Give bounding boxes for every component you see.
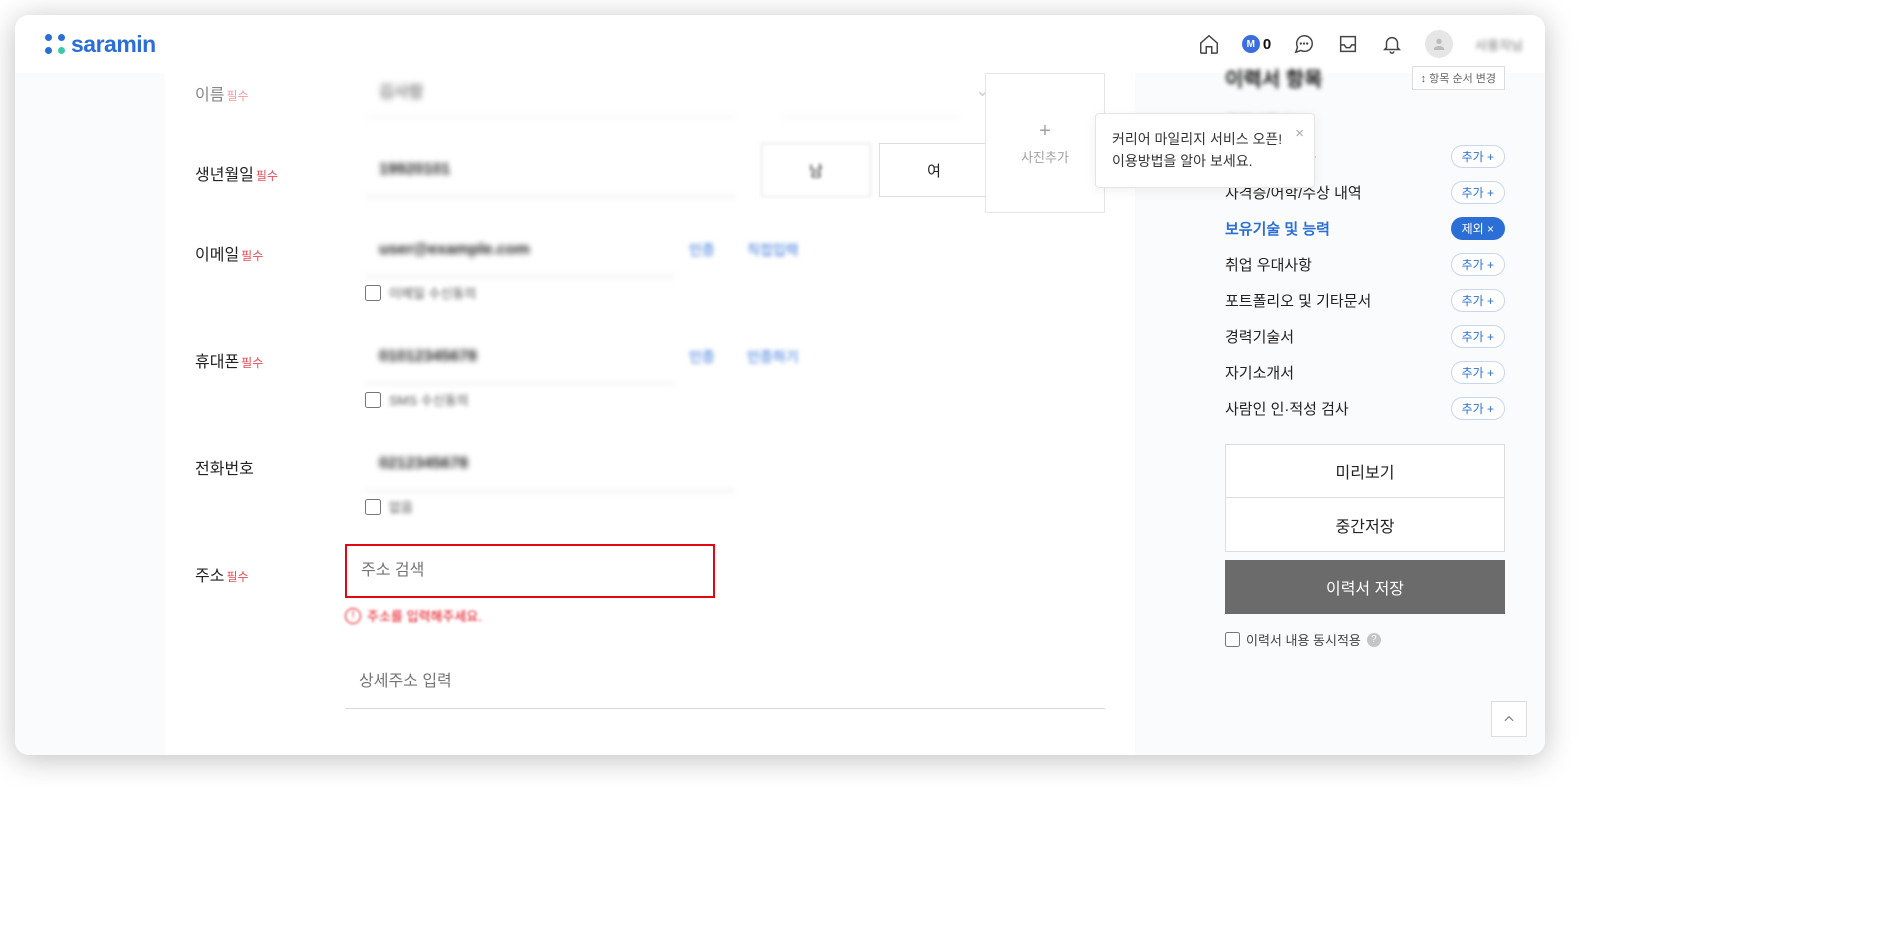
addr-detail-input[interactable]: [345, 655, 1105, 709]
phone-action-text[interactable]: 인증: [683, 347, 733, 367]
apply-all-check[interactable]: 이력서 내용 동시적용 ?: [1225, 630, 1505, 649]
apply-all-checkbox[interactable]: [1225, 632, 1240, 647]
name-input[interactable]: [365, 63, 735, 117]
avatar[interactable]: [1425, 30, 1453, 58]
add-pill[interactable]: 추가 +: [1451, 361, 1505, 384]
email-input[interactable]: [365, 223, 675, 277]
warning-icon: !: [345, 608, 361, 624]
name-label: 이름필수: [195, 63, 365, 105]
inbox-icon[interactable]: [1337, 33, 1359, 55]
app-window: saramin M 0 사용자님: [15, 15, 1545, 755]
gender-male-button[interactable]: 남: [761, 143, 871, 197]
add-pill[interactable]: 추가 +: [1451, 145, 1505, 168]
content-area: 이름필수 ⌄ 생년월일필수: [15, 73, 1545, 755]
user-name: 사용자님: [1475, 35, 1523, 54]
phone-verify-hint[interactable]: 인증하기: [741, 347, 799, 367]
tel-none-check[interactable]: 없음: [365, 497, 1105, 516]
scroll-top-button[interactable]: [1491, 701, 1527, 737]
sidebar-title: 이력서 항목: [1225, 63, 1323, 92]
sms-subscribe-checkbox[interactable]: [365, 392, 381, 408]
home-icon[interactable]: [1198, 33, 1220, 55]
email-action-text[interactable]: 인증: [683, 240, 733, 260]
reorder-button[interactable]: ↕ 항목 순서 변경: [1412, 66, 1505, 90]
photo-upload-box[interactable]: + 사진추가: [985, 73, 1105, 213]
sidebar-item-apt[interactable]: 사람인 인·적성 검사 추가 +: [1225, 390, 1505, 426]
email-subscribe-checkbox[interactable]: [365, 285, 381, 301]
sidebar-item-cover[interactable]: 자기소개서 추가 +: [1225, 354, 1505, 390]
save-draft-button[interactable]: 중간저장: [1225, 498, 1505, 552]
help-icon[interactable]: ?: [1367, 633, 1381, 647]
header-icons: M 0 사용자님: [1198, 30, 1523, 58]
logo-text: saramin: [71, 31, 156, 58]
tel-input[interactable]: [365, 437, 735, 491]
birth-input[interactable]: [365, 143, 735, 197]
sms-subscribe-check[interactable]: SMS 수신동의: [365, 390, 1105, 409]
phone-input[interactable]: [365, 330, 675, 384]
save-resume-button[interactable]: 이력서 저장: [1225, 560, 1505, 614]
sidebar-item-skill[interactable]: 보유기술 및 능력 제외 ×: [1225, 210, 1505, 246]
tel-label: 전화번호: [195, 437, 365, 479]
bell-icon[interactable]: [1381, 33, 1403, 55]
plus-icon: +: [1039, 121, 1051, 141]
birth-label: 생년월일필수: [195, 143, 365, 185]
add-pill[interactable]: 추가 +: [1451, 397, 1505, 420]
tel-none-checkbox[interactable]: [365, 499, 381, 515]
sidebar-item-port[interactable]: 포트폴리오 및 기타문서 추가 +: [1225, 282, 1505, 318]
mileage-indicator[interactable]: M 0: [1242, 33, 1271, 55]
mileage-tooltip: × 커리어 마일리지 서비스 오픈! 이용방법을 알아 보세요.: [1095, 113, 1315, 188]
tooltip-line2: 이용방법을 알아 보세요.: [1112, 150, 1298, 172]
preview-button[interactable]: 미리보기: [1225, 444, 1505, 498]
email-subscribe-check[interactable]: 이메일 수신동의: [365, 283, 1105, 302]
addr-error-msg: ! 주소를 입력해주세요.: [345, 606, 1105, 625]
sidebar-item-desc[interactable]: 경력기술서 추가 +: [1225, 318, 1505, 354]
add-pill[interactable]: 추가 +: [1451, 253, 1505, 276]
tooltip-close-icon[interactable]: ×: [1295, 122, 1304, 146]
addr-input[interactable]: [345, 544, 715, 598]
logo[interactable]: saramin: [45, 31, 156, 58]
email-domain-hint[interactable]: 직접입력: [741, 240, 799, 260]
email-label: 이메일필수: [195, 223, 365, 265]
chat-icon[interactable]: [1293, 33, 1315, 55]
name-extra-input[interactable]: [781, 63, 961, 117]
phone-label: 휴대폰필수: [195, 330, 365, 372]
add-pill[interactable]: 추가 +: [1451, 325, 1505, 348]
gender-female-button[interactable]: 여: [879, 143, 989, 197]
remove-pill[interactable]: 제외 ×: [1451, 217, 1505, 240]
sidebar-item-pref[interactable]: 취업 우대사항 추가 +: [1225, 246, 1505, 282]
photo-upload-label: 사진추가: [1021, 147, 1069, 166]
mileage-badge: M: [1242, 35, 1260, 53]
add-pill[interactable]: 추가 +: [1451, 289, 1505, 312]
tooltip-line1: 커리어 마일리지 서비스 오픈!: [1112, 128, 1298, 150]
add-pill[interactable]: 추가 +: [1451, 181, 1505, 204]
mileage-count: 0: [1263, 36, 1271, 53]
logo-icon: [45, 34, 65, 54]
addr-label: 주소필수: [195, 544, 345, 586]
